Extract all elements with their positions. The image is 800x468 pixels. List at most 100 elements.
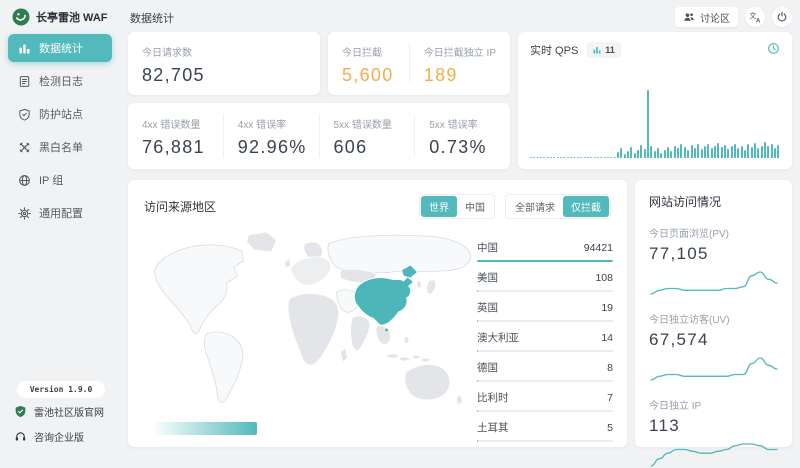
qps-bar bbox=[537, 157, 539, 159]
qps-bar bbox=[660, 153, 662, 158]
qps-bar bbox=[624, 154, 626, 158]
qps-bar bbox=[594, 157, 596, 159]
qps-bar bbox=[530, 157, 532, 159]
region-bar bbox=[477, 410, 613, 412]
sidebar-item-black-white-list[interactable]: 黑白名单 bbox=[8, 133, 112, 161]
qps-bar bbox=[771, 144, 773, 158]
qps-bar bbox=[610, 157, 612, 159]
power-icon bbox=[776, 11, 788, 23]
page-title: 数据统计 bbox=[130, 10, 174, 26]
qps-bar bbox=[607, 157, 609, 159]
shield-badge-icon bbox=[14, 405, 27, 418]
requests-today-card: 今日请求数 82,705 bbox=[128, 32, 320, 95]
app-title: 长亭雷池 WAF bbox=[36, 9, 108, 25]
community-site-link[interactable]: 雷池社区版官网 bbox=[14, 404, 104, 419]
region-row: 比利时7 bbox=[477, 390, 613, 412]
realtime-qps-card: 实时 QPS 11 bbox=[518, 32, 792, 169]
visit-source-region-card: 访问来源地区 世界 中国 全部请求 仅拦截 bbox=[128, 180, 627, 447]
sidebar-item-detection-log[interactable]: 检测日志 bbox=[8, 67, 112, 95]
qps-bar bbox=[704, 146, 706, 158]
sidebar-item-protected-sites[interactable]: 防护站点 bbox=[8, 100, 112, 128]
qps-bar bbox=[580, 157, 582, 159]
region-row: 土耳其5 bbox=[477, 420, 613, 442]
logout-button[interactable] bbox=[772, 7, 792, 27]
map-density-legend bbox=[152, 422, 257, 435]
qps-bar bbox=[721, 147, 723, 158]
unique-ip-label: 今日独立 IP bbox=[649, 397, 778, 412]
unique-ip-sparkline bbox=[649, 442, 779, 468]
qps-bar bbox=[647, 90, 649, 158]
bar-chart-icon bbox=[18, 42, 31, 55]
language-switch-button[interactable]: 文A bbox=[745, 7, 765, 27]
qps-bar bbox=[737, 148, 739, 158]
qps-bar bbox=[553, 157, 555, 159]
qps-history-button[interactable] bbox=[767, 42, 780, 55]
qps-bar bbox=[684, 147, 686, 158]
qps-bar bbox=[617, 152, 619, 158]
qps-bar bbox=[727, 149, 729, 158]
pv-stat: 今日页面浏览(PV) 77,105 bbox=[649, 225, 778, 296]
blocked-ips-value: 189 bbox=[424, 65, 496, 86]
qps-bar bbox=[550, 157, 552, 159]
pv-value: 77,105 bbox=[649, 244, 778, 264]
region-name: 英国 bbox=[477, 300, 498, 315]
sidebar-item-statistics[interactable]: 数据统计 bbox=[8, 34, 112, 62]
qps-bar bbox=[687, 150, 689, 158]
community-site-label: 雷池社区版官网 bbox=[34, 404, 104, 419]
uv-label: 今日独立访客(UV) bbox=[649, 311, 778, 326]
qps-bar bbox=[540, 157, 542, 159]
qps-bar bbox=[764, 142, 766, 158]
qps-bar bbox=[667, 147, 669, 158]
qps-bar bbox=[754, 143, 756, 158]
unique-ip-value: 113 bbox=[649, 416, 778, 436]
sidebar-item-label: 黑白名单 bbox=[39, 139, 83, 155]
region-row: 德国8 bbox=[477, 360, 613, 382]
qps-bar bbox=[584, 157, 586, 159]
qps-bar bbox=[543, 157, 545, 159]
site-visits-title: 网站访问情况 bbox=[649, 193, 778, 210]
app-logo-row: 长亭雷池 WAF bbox=[12, 8, 108, 26]
toggle-china[interactable]: 中国 bbox=[457, 196, 493, 217]
sidebar-item-label: 检测日志 bbox=[39, 73, 83, 89]
unique-ip-stat: 今日独立 IP 113 bbox=[649, 397, 778, 468]
qps-bar bbox=[657, 148, 659, 158]
qps-bar bbox=[604, 157, 606, 159]
qps-bar bbox=[747, 144, 749, 158]
qps-bar bbox=[590, 157, 592, 159]
qps-bar bbox=[707, 144, 709, 158]
qps-bar bbox=[650, 146, 652, 158]
error-stats-card: 4xx 错误数量 76,881 4xx 错误率 92.96% 5xx 错误数量 … bbox=[128, 103, 510, 169]
qps-bar bbox=[614, 157, 616, 159]
toggle-only-blocked[interactable]: 仅拦截 bbox=[563, 196, 609, 217]
region-bar bbox=[477, 440, 613, 442]
mini-bars-icon bbox=[593, 46, 601, 54]
qps-bar bbox=[664, 150, 666, 158]
sidebar-item-general-settings[interactable]: 通用配置 bbox=[8, 199, 112, 227]
forum-button[interactable]: 讨论区 bbox=[675, 7, 738, 27]
sidebar-item-ip-group[interactable]: IP 组 bbox=[8, 166, 112, 194]
world-map bbox=[142, 226, 487, 426]
qps-bar bbox=[717, 143, 719, 158]
enterprise-consult-link[interactable]: 咨询企业版 bbox=[14, 429, 84, 444]
qps-bar bbox=[640, 145, 642, 158]
toggle-world[interactable]: 世界 bbox=[421, 196, 457, 217]
err4xx-rate-value: 92.96% bbox=[238, 137, 319, 158]
qps-bar-chart bbox=[530, 88, 780, 158]
region-count: 94421 bbox=[584, 242, 613, 254]
blocks-today-card: 今日拦截 5,600 今日拦截独立 IP 189 bbox=[328, 32, 510, 95]
qps-bar bbox=[654, 151, 656, 158]
requests-today-label: 今日请求数 bbox=[142, 44, 306, 59]
qps-bar bbox=[567, 157, 569, 159]
qps-bar bbox=[563, 157, 565, 159]
qps-bar bbox=[744, 150, 746, 158]
qps-bar bbox=[644, 149, 646, 158]
qps-bar bbox=[547, 157, 549, 159]
headset-icon bbox=[14, 430, 27, 443]
region-name: 德国 bbox=[477, 360, 498, 375]
toggle-all-requests[interactable]: 全部请求 bbox=[507, 196, 563, 217]
blocked-ips-label: 今日拦截独立 IP bbox=[424, 44, 496, 59]
qps-bar bbox=[761, 146, 763, 158]
app-logo-icon bbox=[12, 8, 30, 26]
region-bar bbox=[477, 380, 613, 382]
region-row: 英国19 bbox=[477, 300, 613, 322]
